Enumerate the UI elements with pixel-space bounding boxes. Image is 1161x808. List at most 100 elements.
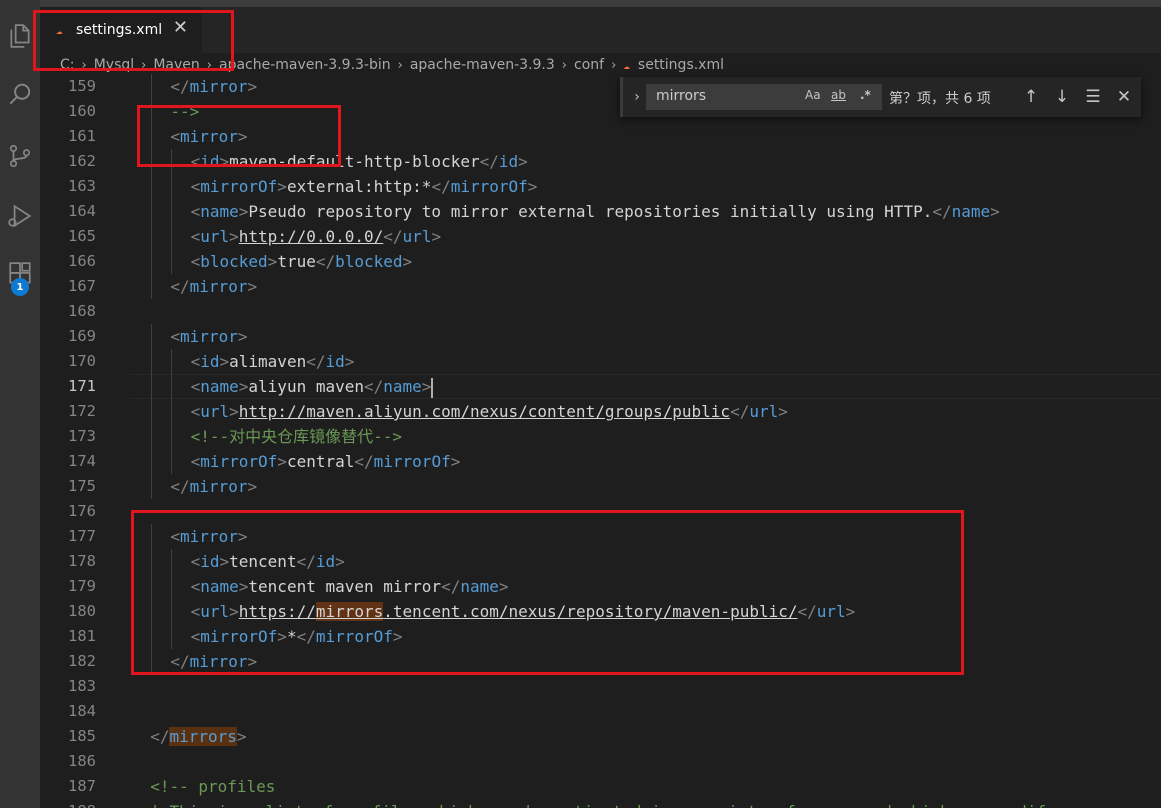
title-strip — [40, 0, 1161, 7]
code-token: blocked — [335, 252, 403, 271]
run-debug-icon[interactable] — [0, 196, 40, 236]
annotation-box-mirror-tag — [137, 105, 341, 167]
source-control-icon[interactable] — [0, 136, 40, 176]
code-line[interactable]: <id>alimaven</id> — [191, 349, 355, 374]
indent-guide — [151, 349, 153, 374]
code-line[interactable]: <!--对中央仓库镜像替代--> — [191, 424, 402, 449]
line-number: 167 — [68, 277, 96, 295]
code-token: < — [190, 452, 201, 471]
code-token: > — [518, 152, 528, 171]
code-token: mirrors — [169, 727, 237, 746]
line-number: 177 — [68, 527, 96, 545]
search-icon[interactable] — [0, 75, 40, 115]
code-line[interactable]: </mirror> — [170, 74, 257, 99]
code-token: name — [951, 202, 991, 221]
indent-guide — [171, 349, 173, 374]
toggle-replace-icon[interactable]: › — [628, 87, 646, 107]
indent-guide — [151, 399, 153, 424]
annotation-box-tencent-mirror — [131, 510, 964, 675]
code-line[interactable]: < name >Pseudo repository to mirror extern… — [191, 199, 1000, 224]
code-token: </ — [479, 152, 499, 171]
code-line[interactable]: </mirror> — [170, 274, 257, 299]
code-token: > — [247, 77, 258, 96]
code-line[interactable]: <blocked>true</blocked> — [191, 249, 413, 274]
indent-guide — [151, 474, 153, 499]
code-token: > — [267, 252, 278, 271]
code-line[interactable]: </mirrors> — [150, 724, 247, 749]
annotation-box-tab — [33, 10, 234, 71]
code-token: url — [402, 227, 432, 246]
code-line[interactable]: </mirror> — [170, 474, 257, 499]
arrow-down-icon[interactable]: ↓ — [1051, 86, 1073, 108]
indent-guide — [151, 374, 153, 399]
breadcrumb-item[interactable]: apache-maven-3.9.3-bin — [219, 57, 391, 73]
line-number: 163 — [68, 177, 96, 195]
code-token: > — [421, 377, 432, 396]
code-token: id — [498, 152, 519, 171]
line-number: 184 — [68, 702, 96, 720]
rss-icon: ☁ — [623, 58, 630, 72]
code-token: < — [190, 352, 201, 371]
code-token: alimaven — [229, 352, 307, 371]
code-token: > — [527, 177, 538, 196]
code-token: Pseudo repository to mirror external rep… — [248, 202, 933, 221]
match-case-icon[interactable]: Aa — [805, 88, 821, 102]
code-token: url — [200, 402, 230, 421]
code-line[interactable]: <name>aliyun maven</name> — [191, 374, 434, 399]
line-number: 179 — [68, 577, 96, 595]
line-number: 161 — [68, 127, 96, 145]
indent-guide — [171, 399, 173, 424]
code-line[interactable]: <mirrorOf>central</mirrorOf> — [191, 449, 461, 474]
code-token: </ — [354, 452, 374, 471]
code-line[interactable]: <url>http://0.0.0.0/</url> — [191, 224, 442, 249]
whole-word-icon[interactable]: ab — [831, 88, 846, 102]
breadcrumb-item[interactable]: conf — [574, 57, 604, 73]
find-widget: › mirrors Aa ab .* 第？项，共 6 项 ↑ ↓ ☰ ✕ — [620, 77, 1141, 117]
arrow-up-icon[interactable]: ↑ — [1020, 86, 1042, 108]
code-token: url — [200, 227, 230, 246]
code-line[interactable]: <url>http://maven.aliyun.com/nexus/conte… — [191, 399, 788, 424]
code-token: true — [277, 252, 316, 271]
line-number: 182 — [68, 652, 96, 670]
code-line[interactable]: <!-- profiles — [150, 774, 275, 799]
find-in-selection-icon[interactable]: ☰ — [1082, 86, 1104, 108]
code-line[interactable]: <mirror> — [170, 324, 247, 349]
find-query: mirrors — [656, 88, 707, 104]
code-line[interactable]: | This is a list of profiles which can b… — [150, 799, 1055, 808]
extensions-badge: 1 — [11, 278, 29, 296]
code-token: > — [238, 202, 249, 221]
code-token: central — [286, 452, 355, 471]
code-line[interactable]: <mirrorOf>external:http:*</mirrorOf> — [191, 174, 538, 199]
indent-guide — [151, 324, 153, 349]
code-editor[interactable]: </mirror> --> <mirror> <id>maven-default-ht… — [130, 74, 1161, 808]
line-number: 188 — [36, 799, 96, 808]
close-icon[interactable]: ✕ — [1113, 86, 1135, 108]
line-number: 165 — [68, 227, 96, 245]
code-token: </ — [431, 177, 451, 196]
code-token: > — [450, 452, 461, 471]
code-token: </ — [150, 727, 170, 746]
breadcrumb-item[interactable]: apache-maven-3.9.3 — [410, 57, 555, 73]
breadcrumb-separator: › — [611, 57, 617, 73]
code-token: > — [238, 377, 249, 396]
indent-guide — [151, 274, 153, 299]
code-token: name — [383, 377, 422, 396]
code-token: < — [190, 202, 201, 221]
breadcrumb-item[interactable]: settings.xml — [638, 57, 724, 73]
code-token: <!--对中央仓库镜像替代--> — [190, 427, 403, 446]
find-input[interactable]: mirrors Aa ab .* — [646, 84, 882, 110]
regex-icon[interactable]: .* — [860, 88, 871, 102]
code-token: mirrorOf — [200, 177, 278, 196]
line-number: 180 — [68, 602, 96, 620]
indent-guide — [151, 449, 153, 474]
indent-guide — [151, 199, 153, 224]
code-token: blocked — [200, 252, 268, 271]
code-token: </ — [730, 402, 750, 421]
line-number: 174 — [68, 452, 96, 470]
code-token: <!-- profiles — [150, 777, 276, 796]
indent-guide — [171, 424, 173, 449]
indent-guide — [151, 249, 153, 274]
code-token: mirror — [189, 477, 248, 496]
line-number: 173 — [68, 427, 96, 445]
code-token: </ — [170, 277, 190, 296]
